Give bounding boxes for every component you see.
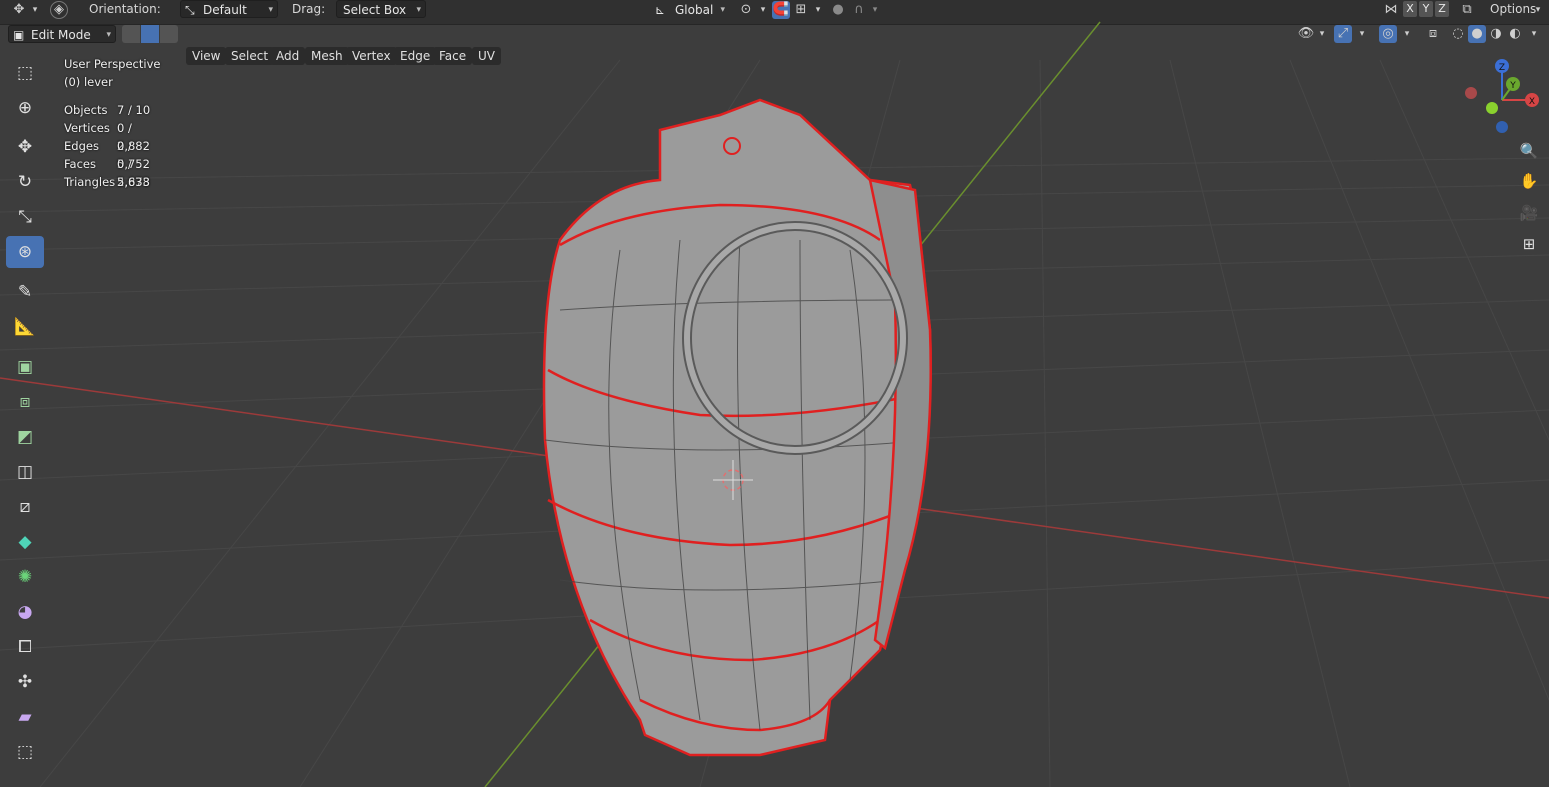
menu-view[interactable]: View bbox=[186, 47, 227, 65]
menu-mesh[interactable]: Mesh bbox=[305, 47, 349, 65]
extrude-icon: ▣ bbox=[16, 357, 34, 377]
inset-icon: ⧈ bbox=[19, 392, 31, 412]
zoom-icon[interactable]: 🔍 bbox=[1516, 138, 1542, 164]
stat-label: Objects bbox=[64, 103, 108, 117]
viewport-header: ▣ Edit Mode ▾ View Select Add Mesh Verte… bbox=[0, 22, 1549, 65]
stat-row: Objects 7 / 10 bbox=[64, 101, 160, 119]
camera-icon[interactable]: 🎥 bbox=[1516, 200, 1542, 226]
spin-icon: ✺ bbox=[17, 567, 33, 587]
stat-label: Vertices bbox=[64, 121, 110, 135]
annotate-tool[interactable]: ✎ bbox=[6, 276, 44, 308]
rip-icon: ⬚ bbox=[16, 742, 34, 762]
face-select-mode-button[interactable] bbox=[160, 25, 178, 43]
knife-tool[interactable]: ⧄ bbox=[6, 491, 44, 523]
transform-tool[interactable]: ⊛ bbox=[6, 236, 44, 268]
edge-select-mode-button[interactable] bbox=[141, 25, 159, 43]
viewport-stats: User Perspective (0) lever Objects 7 / 10… bbox=[64, 55, 160, 191]
chevron-down-icon[interactable]: ▾ bbox=[1353, 25, 1371, 43]
perspective-grid-icon[interactable]: ⊞ bbox=[1516, 231, 1542, 257]
scale-icon: ⤡ bbox=[18, 207, 32, 227]
navigation-gizmo: Z X Y bbox=[1465, 59, 1539, 133]
chevron-down-icon: ▾ bbox=[106, 30, 111, 40]
overlays-icon[interactable]: ◎ bbox=[1379, 25, 1397, 43]
rendered-shading-icon[interactable]: ◐ bbox=[1506, 25, 1524, 43]
menu-vertex[interactable]: Vertex bbox=[346, 47, 397, 65]
inset-tool[interactable]: ⧈ bbox=[6, 386, 44, 418]
edge-slide-tool[interactable]: ⧠ bbox=[6, 631, 44, 663]
select-box-icon: ⬚ bbox=[16, 63, 34, 83]
stat-row: Triangles 5,633 bbox=[64, 173, 160, 191]
gizmo-y-label: Y bbox=[1509, 81, 1516, 91]
menu-select[interactable]: Select bbox=[225, 47, 275, 65]
mode-dropdown[interactable]: ▣ Edit Mode ▾ bbox=[8, 25, 116, 43]
extrude-tool[interactable]: ▣ bbox=[6, 351, 44, 383]
gizmo-toggle-icon[interactable]: ⤢ bbox=[1334, 25, 1352, 43]
wireframe-shading-icon[interactable]: ◌ bbox=[1449, 25, 1467, 43]
rotate-icon: ↻ bbox=[17, 172, 33, 192]
rotate-tool[interactable]: ↻ bbox=[6, 166, 44, 198]
view-name: User Perspective bbox=[64, 57, 161, 71]
stat-value: 5,633 bbox=[117, 175, 150, 189]
rip-tool[interactable]: ⬚ bbox=[6, 736, 44, 768]
pan-hand-icon[interactable]: ✋ bbox=[1516, 168, 1542, 194]
stat-value: 7 / 10 bbox=[117, 103, 151, 117]
grenade-mesh bbox=[542, 98, 932, 757]
poly-build-tool[interactable]: ◆ bbox=[6, 526, 44, 558]
stat-label: Triangles bbox=[64, 175, 116, 189]
cursor-icon: ⊕ bbox=[17, 98, 33, 118]
mode-value: Edit Mode bbox=[31, 28, 91, 42]
menu-uv[interactable]: UV bbox=[472, 47, 501, 65]
stat-row: Faces 0 / 2,878 bbox=[64, 155, 160, 189]
poly-build-icon: ◆ bbox=[18, 532, 32, 552]
bevel-tool[interactable]: ◩ bbox=[6, 421, 44, 453]
move-tool[interactable]: ✥ bbox=[6, 131, 44, 163]
stat-row: Edges 0 / 5,752 bbox=[64, 137, 160, 171]
chevron-down-icon[interactable]: ▾ bbox=[1525, 25, 1543, 43]
gizmo-x-label: X bbox=[1529, 97, 1535, 107]
chevron-down-icon[interactable]: ▾ bbox=[1398, 25, 1416, 43]
object-name: (0) lever bbox=[64, 75, 113, 89]
stat-label: Faces bbox=[64, 157, 96, 171]
scale-tool[interactable]: ⤡ bbox=[6, 201, 44, 233]
shear-icon: ▰ bbox=[18, 707, 32, 727]
select-box-tool[interactable]: ⬚ bbox=[6, 57, 44, 89]
chevron-down-icon[interactable]: ▾ bbox=[1313, 25, 1331, 43]
material-shading-icon[interactable]: ◑ bbox=[1487, 25, 1505, 43]
shrink-fatten-tool[interactable]: ✣ bbox=[6, 666, 44, 698]
menu-edge[interactable]: Edge bbox=[394, 47, 437, 65]
xray-icon[interactable]: ⧈ bbox=[1424, 25, 1442, 43]
measure-icon: 📐 bbox=[14, 317, 36, 337]
annotate-icon: ✎ bbox=[17, 282, 33, 302]
measure-tool[interactable]: 📐 bbox=[6, 311, 44, 343]
vertex-select-mode-button[interactable] bbox=[122, 25, 140, 43]
gizmo-z-label: Z bbox=[1499, 63, 1505, 73]
edit-mode-icon: ▣ bbox=[13, 28, 25, 42]
spin-tool[interactable]: ✺ bbox=[6, 561, 44, 593]
knife-icon: ⧄ bbox=[19, 497, 31, 517]
smooth-icon: ◕ bbox=[17, 602, 33, 622]
3d-viewport[interactable]: Z X Y bbox=[0, 0, 1549, 787]
smooth-tool[interactable]: ◕ bbox=[6, 596, 44, 628]
move-icon: ✥ bbox=[17, 137, 33, 157]
loop-cut-tool[interactable]: ◫ bbox=[6, 456, 44, 488]
solid-shading-icon[interactable]: ● bbox=[1468, 25, 1486, 43]
menu-face[interactable]: Face bbox=[433, 47, 473, 65]
shrink-fatten-icon: ✣ bbox=[17, 672, 33, 692]
transform-icon: ⊛ bbox=[17, 242, 33, 262]
loop-cut-icon: ◫ bbox=[16, 462, 34, 482]
menu-add[interactable]: Add bbox=[270, 47, 306, 65]
stat-row: Vertices 0 / 2,882 bbox=[64, 119, 160, 153]
stat-label: Edges bbox=[64, 139, 99, 153]
edge-slide-icon: ⧠ bbox=[18, 637, 32, 657]
cursor-tool[interactable]: ⊕ bbox=[6, 92, 44, 124]
shear-tool[interactable]: ▰ bbox=[6, 701, 44, 733]
bevel-icon: ◩ bbox=[16, 427, 34, 447]
